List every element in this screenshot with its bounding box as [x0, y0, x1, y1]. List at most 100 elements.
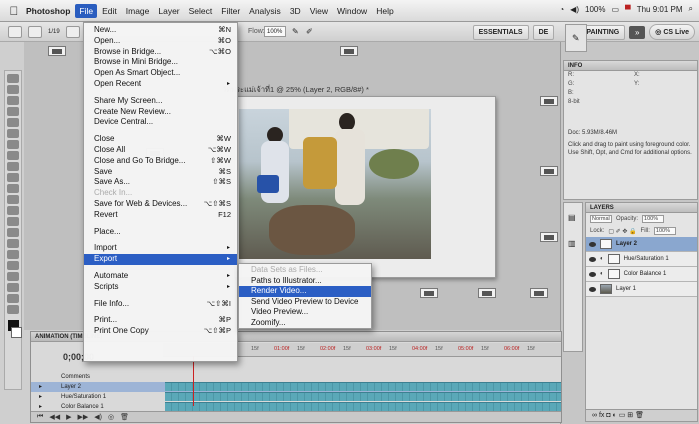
info-panel-tab[interactable]: INFO	[564, 61, 697, 71]
tablet-pressure-icon[interactable]: ✐	[306, 27, 313, 36]
clone-stamp-tool-icon[interactable]	[7, 162, 19, 171]
next-frame-icon[interactable]: ▶▶	[77, 413, 88, 421]
expand-arrow-icon[interactable]: ▸	[39, 392, 42, 402]
airbrush-icon[interactable]: ✎	[292, 27, 299, 36]
file-menu-item[interactable]: Open Recent ▸	[84, 79, 237, 90]
file-menu-item[interactable]: Print... ⌘P	[84, 315, 237, 326]
layer-duration-bar[interactable]	[165, 402, 561, 411]
3d-orbit-tool-icon[interactable]	[7, 283, 19, 292]
menu-select[interactable]: Select	[185, 4, 217, 18]
type-tool-icon[interactable]	[7, 239, 19, 248]
background-color-swatch[interactable]	[10, 327, 22, 338]
eye-icon[interactable]	[589, 271, 596, 277]
timeline-row[interactable]: ▸ Hue/Saturation 1	[31, 392, 561, 402]
workspace-essentials[interactable]: ESSENTIALS	[472, 24, 529, 40]
file-menu-item[interactable]: Open As Smart Object...	[84, 68, 237, 79]
eye-icon[interactable]	[589, 256, 596, 262]
file-menu-item[interactable]: Save for Web & Devices... ⌥⇧⌘S	[84, 199, 237, 210]
panel-icon[interactable]: ▤	[568, 213, 576, 222]
panel-icon[interactable]: ▥	[568, 239, 576, 248]
wifi-icon[interactable]: ◔	[559, 5, 564, 14]
export-submenu-item[interactable]: Send Video Preview to Device	[239, 297, 371, 308]
flow-field[interactable]: 100%	[264, 26, 286, 37]
link-layers-icon[interactable]: ∞	[592, 412, 599, 419]
lasso-tool-icon[interactable]	[7, 96, 19, 105]
file-menu-item[interactable]: Open... ⌘O	[84, 36, 237, 47]
delete-keyframe-icon[interactable]: 🗑	[120, 413, 129, 421]
apple-icon[interactable]: 	[6, 4, 22, 18]
export-submenu-item[interactable]: Render Video...	[239, 286, 371, 297]
shape-tool-icon[interactable]	[7, 261, 19, 270]
file-menu-item[interactable]: Create New Review...	[84, 107, 237, 118]
battery-icon[interactable]: ▭	[611, 5, 619, 14]
file-menu-item[interactable]: Export ▸	[84, 254, 237, 265]
new-group-icon[interactable]: ▭	[619, 412, 628, 419]
gradient-tool-icon[interactable]	[7, 195, 19, 204]
brush-tool-preset[interactable]	[8, 25, 22, 38]
file-menu-item[interactable]: Save As... ⇧⌘S	[84, 177, 237, 188]
timeline-row[interactable]: ▸ Layer 2	[31, 382, 561, 392]
audio-icon[interactable]: ◀)	[94, 413, 102, 421]
zoom-tool-icon[interactable]	[7, 305, 19, 314]
marquee-tool-icon[interactable]	[7, 85, 19, 94]
menu-app[interactable]: Photoshop	[22, 4, 74, 18]
volume-icon[interactable]: ◀)	[570, 5, 579, 14]
menu-edit[interactable]: Edit	[98, 4, 121, 18]
first-frame-icon[interactable]: ⏮	[37, 413, 43, 421]
path-select-tool-icon[interactable]	[7, 250, 19, 259]
export-submenu-item[interactable]: Zoomify...	[239, 318, 371, 329]
timeline-row[interactable]: Comments	[31, 372, 561, 382]
menu-3d[interactable]: 3D	[286, 4, 305, 18]
battery-percent[interactable]: 100%	[585, 5, 605, 14]
clock[interactable]: Thu 9:01 PM	[637, 5, 683, 14]
eye-icon[interactable]	[589, 286, 596, 292]
hand-tool-icon[interactable]	[7, 294, 19, 303]
menu-image[interactable]: Image	[122, 4, 154, 18]
layer-duration-bar[interactable]	[165, 392, 561, 401]
file-menu-item[interactable]: New... ⌘N	[84, 25, 237, 36]
export-submenu-item[interactable]: Paths to Illustrator...	[239, 276, 371, 287]
cs-live-button[interactable]: ◎ CS Live	[649, 24, 695, 40]
file-menu-item[interactable]: Automate ▸	[84, 271, 237, 282]
file-menu-item[interactable]: Close All ⌥⌘W	[84, 145, 237, 156]
brush-picker[interactable]	[28, 25, 42, 38]
fill-field[interactable]: 100%	[653, 227, 676, 235]
file-menu-item[interactable]: Device Central...	[84, 117, 237, 128]
prev-frame-icon[interactable]: ◀◀	[49, 413, 60, 421]
file-menu-item[interactable]: Import ▸	[84, 243, 237, 254]
expand-arrow-icon[interactable]: ▸	[39, 382, 42, 392]
workspace-painting[interactable]: PAINTING	[580, 24, 626, 40]
file-menu-item[interactable]: Browse in Bridge... ⌥⌘O	[84, 47, 237, 58]
brush-tool-icon[interactable]	[7, 151, 19, 160]
pen-tool-icon[interactable]	[7, 228, 19, 237]
layer-row[interactable]: Layer 2	[586, 237, 697, 252]
brush-panel-toggle[interactable]	[65, 25, 80, 38]
file-menu-item[interactable]: Revert F12	[84, 210, 237, 221]
playhead[interactable]	[193, 356, 194, 406]
layer-row[interactable]: ◐ Color Balance 1	[586, 267, 697, 282]
layer-row[interactable]: ◐ Hue/Saturation 1	[586, 252, 697, 267]
quick-select-tool-icon[interactable]	[7, 107, 19, 116]
dodge-tool-icon[interactable]	[7, 217, 19, 226]
play-icon[interactable]: ▶	[66, 413, 71, 421]
lock-icon[interactable]: ▢ ✐ ✥ 🔒	[608, 228, 636, 235]
brush-preset-icon[interactable]: ✎	[572, 33, 580, 44]
layer-duration-bar[interactable]	[165, 382, 561, 391]
new-layer-icon[interactable]: ⊞	[627, 412, 635, 419]
file-menu-item[interactable]: Scripts ▸	[84, 282, 237, 293]
blur-tool-icon[interactable]	[7, 206, 19, 215]
menu-view[interactable]: View	[306, 4, 332, 18]
file-menu-item[interactable]: Close ⌘W	[84, 134, 237, 145]
layer-row[interactable]: Layer 1	[586, 282, 697, 297]
file-menu-item[interactable]: Share My Screen...	[84, 96, 237, 107]
eye-icon[interactable]	[589, 241, 596, 247]
history-brush-tool-icon[interactable]	[7, 173, 19, 182]
delete-layer-icon[interactable]: 🗑	[635, 412, 644, 419]
eyedropper-tool-icon[interactable]	[7, 129, 19, 138]
menu-analysis[interactable]: Analysis	[245, 4, 285, 18]
export-submenu-item[interactable]: Video Preview...	[239, 307, 371, 318]
opacity-field[interactable]: 100%	[642, 215, 665, 223]
file-menu-item[interactable]: Print One Copy ⌥⇧⌘P	[84, 326, 237, 337]
spotlight-icon[interactable]: ⌕	[689, 4, 693, 14]
file-menu-item[interactable]: Close and Go To Bridge... ⇧⌘W	[84, 156, 237, 167]
